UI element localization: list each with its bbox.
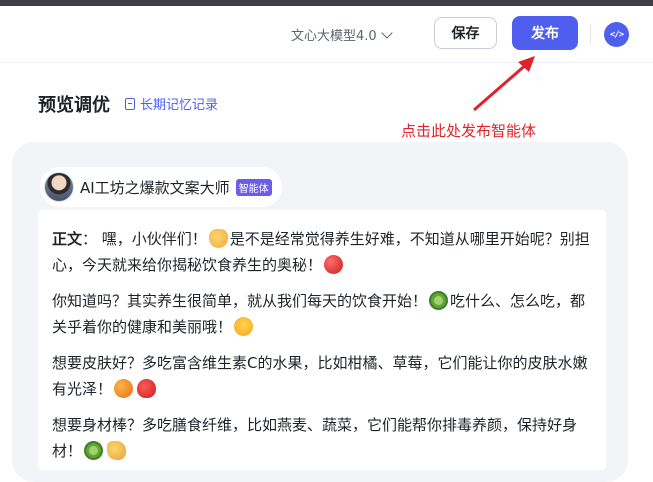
strawberry-icon	[137, 379, 157, 398]
message-label: 正文	[52, 230, 83, 248]
heart-eyes-icon	[234, 317, 254, 336]
chat-message: 正文： 嘿，小伙伴们！ 是不是经常觉得养生好难，不知道从哪里开始呢？别担心，今天就…	[38, 210, 606, 470]
message-text: 你知道吗？其实养生很简单，就从我们每天的饮食开始！	[52, 292, 428, 310]
bot-name: AI工坊之爆款文案大师	[80, 178, 230, 197]
avatar	[44, 172, 74, 202]
message-paragraph: 想要身材棒？多吃膳食纤维，比如燕麦、蔬菜，它们能帮你排毒养颜，保持好身材！	[52, 412, 597, 464]
apple-icon	[324, 255, 344, 274]
message-paragraph: 正文： 嘿，小伙伴们！ 是不是经常觉得养生好难，不知道从哪里开始呢？别担心，今天就…	[52, 226, 597, 278]
bot-card: AI工坊之爆款文案大师 智能体	[40, 167, 282, 207]
message-text: ： 嘿，小伙伴们！	[82, 230, 207, 248]
waving-hand-icon	[208, 229, 228, 248]
salad-icon	[429, 291, 449, 310]
message-paragraph: 你知道吗？其实养生很简单，就从我们每天的饮食开始！ 吃什么、怎么吃，都关乎着你的健…	[52, 288, 597, 340]
annotation-text: 点击此处发布智能体	[401, 122, 537, 140]
message-paragraph: 想要皮肤好？多吃富含维生素C的水果，比如柑橘、草莓，它们能让你的皮肤水嫩有光泽！	[52, 350, 597, 402]
orange-icon	[114, 379, 134, 398]
muscle-icon	[107, 441, 127, 460]
message-text: 想要身材棒？多吃膳食纤维，比如燕麦、蔬菜，它们能帮你排毒养颜，保持好身材！	[52, 416, 578, 460]
agent-badge: 智能体	[235, 178, 272, 196]
salad-icon	[84, 441, 104, 460]
